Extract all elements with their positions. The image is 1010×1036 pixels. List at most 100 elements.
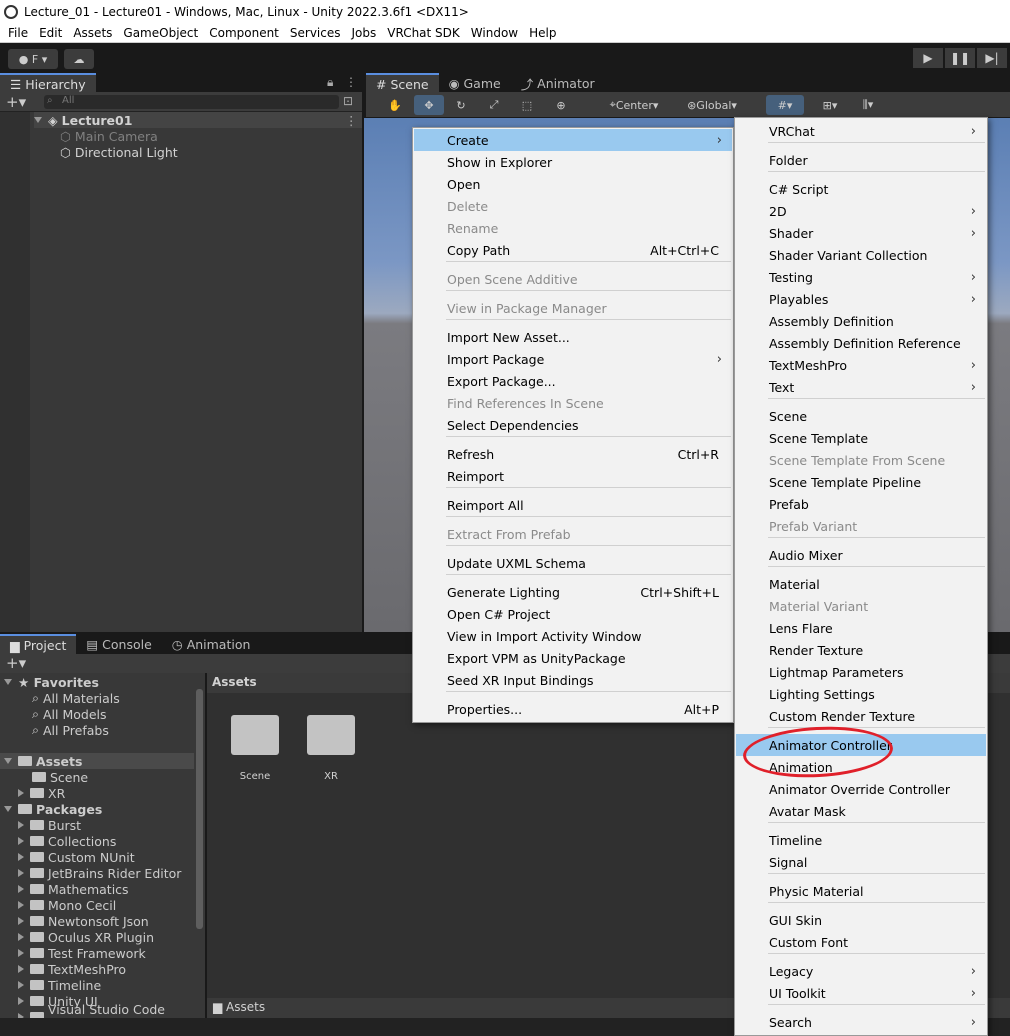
pause-button[interactable]: ❚❚ [945,48,975,68]
context-menu-item[interactable]: Export VPM as UnityPackage [414,647,732,669]
tab-animation[interactable]: ◷ Animation [162,634,261,654]
asset-folder-tile[interactable]: XR [305,715,357,782]
account-button[interactable]: ● F ▾ [8,49,58,69]
menu-vrchat-sdk[interactable]: VRChat SDK [387,26,460,40]
create-menu-item[interactable]: Search › [736,1011,986,1033]
menu-component[interactable]: Component [209,26,279,40]
hierarchy-item-directional-light[interactable]: ⬡ Directional Light [60,144,178,160]
create-menu-item[interactable]: Avatar Mask [736,800,986,822]
create-menu-item[interactable]: Render Texture [736,639,986,661]
create-menu-item[interactable]: Assembly Definition Reference [736,332,986,354]
hand-tool-button[interactable]: ✋ [380,95,410,115]
create-menu-item[interactable]: Scene Template [736,427,986,449]
scene-visibility-icon[interactable]: ⊡ [343,94,353,108]
package-item[interactable]: Mono Cecil [18,897,116,913]
add-button[interactable]: +▾ [6,93,26,111]
package-item[interactable]: TextMeshPro [18,961,126,977]
create-menu-item[interactable]: Material [736,573,986,595]
move-tool-button[interactable]: ✥ [414,95,444,115]
package-item[interactable]: JetBrains Rider Editor [18,865,181,881]
create-menu-item[interactable]: Lightmap Parameters [736,661,986,683]
kebab-menu-icon[interactable]: ⋮ [345,75,357,89]
create-menu-item[interactable]: Legacy › [736,960,986,982]
snap-increment-dropdown[interactable]: ⊞▾ [812,95,848,115]
create-menu-item[interactable]: GUI Skin [736,909,986,931]
create-menu-item[interactable]: Physic Material [736,880,986,902]
pivot-dropdown[interactable]: ⌖ Center ▾ [598,95,670,115]
scale-tool-button[interactable]: ⤢ [479,95,509,115]
create-menu-item[interactable]: Animator Override Controller [736,778,986,800]
tab-console[interactable]: ▤ Console [76,634,161,654]
transform-tool-button[interactable]: ⊕ [546,95,576,115]
menu-edit[interactable]: Edit [39,26,62,40]
context-menu-item[interactable]: Reimport [414,465,732,487]
menu-window[interactable]: Window [471,26,518,40]
context-menu-item[interactable]: Seed XR Input Bindings [414,669,732,691]
scene-row[interactable]: ◈ Lecture01 ⋮ [34,112,362,128]
create-menu-item[interactable]: Prefab [736,493,986,515]
create-menu-item[interactable]: Lens Flare [736,617,986,639]
step-button[interactable]: ▶| [977,48,1007,68]
favorites-header[interactable]: ★ Favorites [4,674,99,690]
context-menu-item[interactable]: Refresh Ctrl+R [414,443,732,465]
create-menu-item[interactable]: Custom Font [736,931,986,953]
create-menu-item[interactable]: UI Toolkit › [736,982,986,1004]
rotate-tool-button[interactable]: ↻ [446,95,476,115]
create-menu-item[interactable]: Custom Render Texture [736,705,986,727]
package-item[interactable]: Newtonsoft Json [18,913,149,929]
create-menu-item[interactable]: Testing › [736,266,986,288]
create-menu-item[interactable]: Scene [736,405,986,427]
cloud-button[interactable]: ☁ [64,49,94,69]
favorite-item[interactable]: ⌕ All Prefabs [32,722,109,738]
menu-gameobject[interactable]: GameObject [123,26,198,40]
package-item[interactable]: Mathematics [18,881,129,897]
menu-help[interactable]: Help [529,26,556,40]
context-menu-item[interactable]: Create › [414,129,732,151]
create-menu-item[interactable]: Folder [736,149,986,171]
package-item[interactable]: Burst [18,817,81,833]
context-menu-item[interactable]: Import New Asset... [414,326,732,348]
create-menu-item[interactable]: 2D › [736,200,986,222]
context-menu-item[interactable]: Properties... Alt+P [414,698,732,720]
scrollbar[interactable] [196,689,203,929]
context-menu-item[interactable]: Select Dependencies [414,414,732,436]
asset-folder-tile[interactable]: Scene [229,715,281,782]
hierarchy-item-main-camera[interactable]: ⬡ Main Camera [60,128,158,144]
packages-header[interactable]: Packages [4,801,102,817]
tab-animator[interactable]: ⤴ Animator [511,73,605,93]
create-menu-item[interactable]: C# Script [736,178,986,200]
create-menu-item[interactable]: Playables › [736,288,986,310]
create-menu-item[interactable]: Shader › [736,222,986,244]
tree-item[interactable]: XR [18,785,65,801]
create-menu-item[interactable]: Signal [736,851,986,873]
menu-file[interactable]: File [8,26,28,40]
create-menu-item[interactable]: Timeline [736,829,986,851]
create-menu-item[interactable]: Audio Mixer [736,544,986,566]
tab-project[interactable]: ▆ Project [0,634,77,654]
context-menu-item[interactable]: Generate Lighting Ctrl+Shift+L [414,581,732,603]
context-menu-item[interactable]: Export Package... [414,370,732,392]
play-button[interactable]: ▶ [913,48,943,68]
context-menu-item[interactable]: Show in Explorer [414,151,732,173]
menu-assets[interactable]: Assets [73,26,112,40]
package-item[interactable]: Oculus XR Plugin [18,929,154,945]
rect-tool-button[interactable]: ⬚ [512,95,542,115]
tab-hierarchy[interactable]: ☰ Hierarchy [0,73,96,93]
add-button[interactable]: +▾ [6,654,26,672]
create-menu-item[interactable]: Scene Template Pipeline [736,471,986,493]
create-menu-item[interactable]: Assembly Definition [736,310,986,332]
package-item[interactable]: Timeline [18,977,101,993]
package-item[interactable]: Test Framework [18,945,146,961]
snap-settings-dropdown[interactable]: ⫼▾ [850,95,886,115]
favorite-item[interactable]: ⌕ All Models [32,706,107,722]
create-menu-item[interactable]: VRChat › [736,120,986,142]
context-menu-item[interactable]: Open [414,173,732,195]
context-menu-item[interactable]: Open C# Project [414,603,732,625]
package-item[interactable]: Custom NUnit [18,849,135,865]
create-menu-item[interactable]: TextMeshPro › [736,354,986,376]
assets-header[interactable]: Assets [0,753,194,769]
grid-snap-dropdown[interactable]: #▾ [766,95,804,115]
context-menu-item[interactable]: Copy Path Alt+Ctrl+C [414,239,732,261]
create-menu-item[interactable]: Text › [736,376,986,398]
lock-icon[interactable]: 🔒︎ [327,75,333,90]
